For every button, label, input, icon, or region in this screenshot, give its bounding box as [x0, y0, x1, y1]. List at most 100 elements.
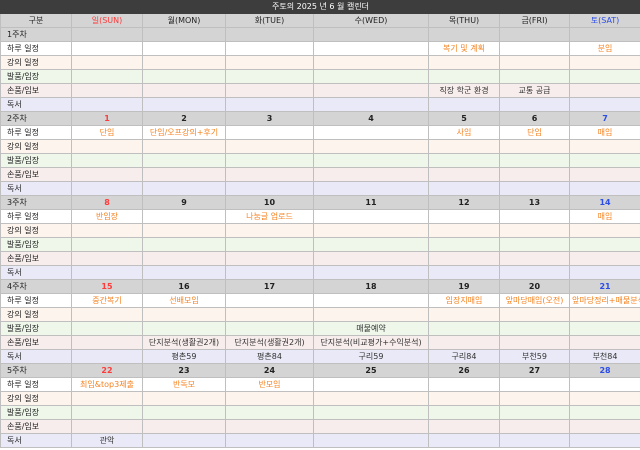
calendar-cell[interactable]	[568, 153, 640, 168]
calendar-cell[interactable]	[568, 237, 640, 252]
calendar-cell[interactable]	[313, 55, 429, 70]
calendar-cell[interactable]	[499, 433, 570, 448]
calendar-cell[interactable]	[71, 69, 143, 84]
calendar-cell[interactable]	[225, 237, 314, 252]
calendar-cell[interactable]	[225, 97, 314, 112]
calendar-cell[interactable]	[428, 55, 500, 70]
day-number[interactable]: 7	[568, 111, 640, 126]
calendar-cell[interactable]	[568, 223, 640, 238]
calendar-cell[interactable]	[313, 167, 429, 182]
calendar-cell[interactable]	[499, 223, 570, 238]
calendar-cell[interactable]	[71, 153, 143, 168]
calendar-cell[interactable]	[568, 265, 640, 280]
calendar-cell[interactable]	[428, 237, 500, 252]
calendar-cell[interactable]	[499, 335, 570, 350]
calendar-cell[interactable]: 부천84	[568, 349, 640, 364]
day-number[interactable]: 27	[499, 363, 570, 378]
calendar-cell[interactable]	[225, 391, 314, 406]
calendar-cell[interactable]	[499, 55, 570, 70]
calendar-cell[interactable]	[428, 265, 500, 280]
day-number[interactable]: 1	[71, 111, 143, 126]
calendar-cell[interactable]	[313, 181, 429, 196]
calendar-cell[interactable]	[313, 125, 429, 140]
day-number[interactable]: 4	[313, 111, 429, 126]
day-number[interactable]: 22	[71, 363, 143, 378]
calendar-cell[interactable]	[313, 69, 429, 84]
calendar-cell[interactable]	[142, 419, 226, 434]
calendar-cell[interactable]	[568, 321, 640, 336]
calendar-cell[interactable]: 관악	[71, 433, 143, 448]
calendar-cell[interactable]: 평촌59	[142, 349, 226, 364]
calendar-cell[interactable]	[313, 419, 429, 434]
calendar-cell[interactable]: 부천59	[499, 349, 570, 364]
calendar-cell[interactable]	[71, 223, 143, 238]
calendar-cell[interactable]	[225, 125, 314, 140]
calendar-cell[interactable]	[142, 209, 226, 224]
calendar-cell[interactable]: 매임	[568, 125, 640, 140]
calendar-cell[interactable]	[142, 97, 226, 112]
calendar-cell[interactable]	[142, 181, 226, 196]
calendar-cell[interactable]	[499, 97, 570, 112]
calendar-cell[interactable]	[71, 55, 143, 70]
calendar-cell[interactable]	[71, 349, 143, 364]
calendar-cell[interactable]: 구리84	[428, 349, 500, 364]
calendar-cell[interactable]	[499, 139, 570, 154]
calendar-cell[interactable]	[142, 433, 226, 448]
calendar-cell[interactable]	[313, 293, 429, 308]
calendar-cell[interactable]: 교통 공급	[499, 83, 570, 98]
calendar-cell[interactable]	[225, 41, 314, 56]
calendar-cell[interactable]	[313, 265, 429, 280]
calendar-cell[interactable]	[142, 405, 226, 420]
calendar-cell[interactable]	[225, 55, 314, 70]
calendar-cell[interactable]	[499, 69, 570, 84]
calendar-cell[interactable]	[428, 181, 500, 196]
calendar-cell[interactable]	[428, 223, 500, 238]
day-number[interactable]: 20	[499, 279, 570, 294]
calendar-cell[interactable]	[313, 391, 429, 406]
calendar-cell[interactable]	[499, 251, 570, 266]
calendar-cell[interactable]: 나눔글 업로드	[225, 209, 314, 224]
day-number[interactable]: 14	[568, 195, 640, 210]
day-number[interactable]: 2	[142, 111, 226, 126]
calendar-cell[interactable]	[313, 307, 429, 322]
day-number[interactable]	[225, 27, 314, 42]
calendar-cell[interactable]	[428, 419, 500, 434]
calendar-cell[interactable]	[142, 223, 226, 238]
calendar-cell[interactable]	[225, 433, 314, 448]
calendar-cell[interactable]	[71, 83, 143, 98]
calendar-cell[interactable]	[568, 69, 640, 84]
day-number[interactable]	[71, 27, 143, 42]
calendar-cell[interactable]: 단임/오프강의+후기	[142, 125, 226, 140]
calendar-cell[interactable]	[71, 41, 143, 56]
calendar-cell[interactable]	[568, 97, 640, 112]
calendar-cell[interactable]	[142, 41, 226, 56]
calendar-cell[interactable]	[568, 55, 640, 70]
calendar-cell[interactable]	[71, 265, 143, 280]
calendar-cell[interactable]	[568, 391, 640, 406]
calendar-cell[interactable]	[568, 181, 640, 196]
calendar-cell[interactable]	[499, 377, 570, 392]
calendar-cell[interactable]: 단임	[71, 125, 143, 140]
calendar-cell[interactable]	[313, 97, 429, 112]
calendar-cell[interactable]	[499, 181, 570, 196]
calendar-cell[interactable]	[71, 405, 143, 420]
day-number[interactable]: 28	[568, 363, 640, 378]
calendar-cell[interactable]	[71, 307, 143, 322]
calendar-cell[interactable]: 단지분석(생활권2개)	[225, 335, 314, 350]
calendar-cell[interactable]: 선배모임	[142, 293, 226, 308]
calendar-cell[interactable]: 구리59	[313, 349, 429, 364]
day-number[interactable]: 15	[71, 279, 143, 294]
calendar-cell[interactable]	[428, 433, 500, 448]
calendar-cell[interactable]	[428, 307, 500, 322]
calendar-cell[interactable]	[225, 139, 314, 154]
day-number[interactable]: 6	[499, 111, 570, 126]
calendar-cell[interactable]	[568, 405, 640, 420]
calendar-cell[interactable]	[142, 83, 226, 98]
calendar-cell[interactable]	[568, 419, 640, 434]
day-number[interactable]	[499, 27, 570, 42]
calendar-cell[interactable]	[142, 69, 226, 84]
calendar-cell[interactable]	[142, 167, 226, 182]
calendar-cell[interactable]	[499, 321, 570, 336]
calendar-cell[interactable]	[71, 321, 143, 336]
day-number[interactable]: 26	[428, 363, 500, 378]
